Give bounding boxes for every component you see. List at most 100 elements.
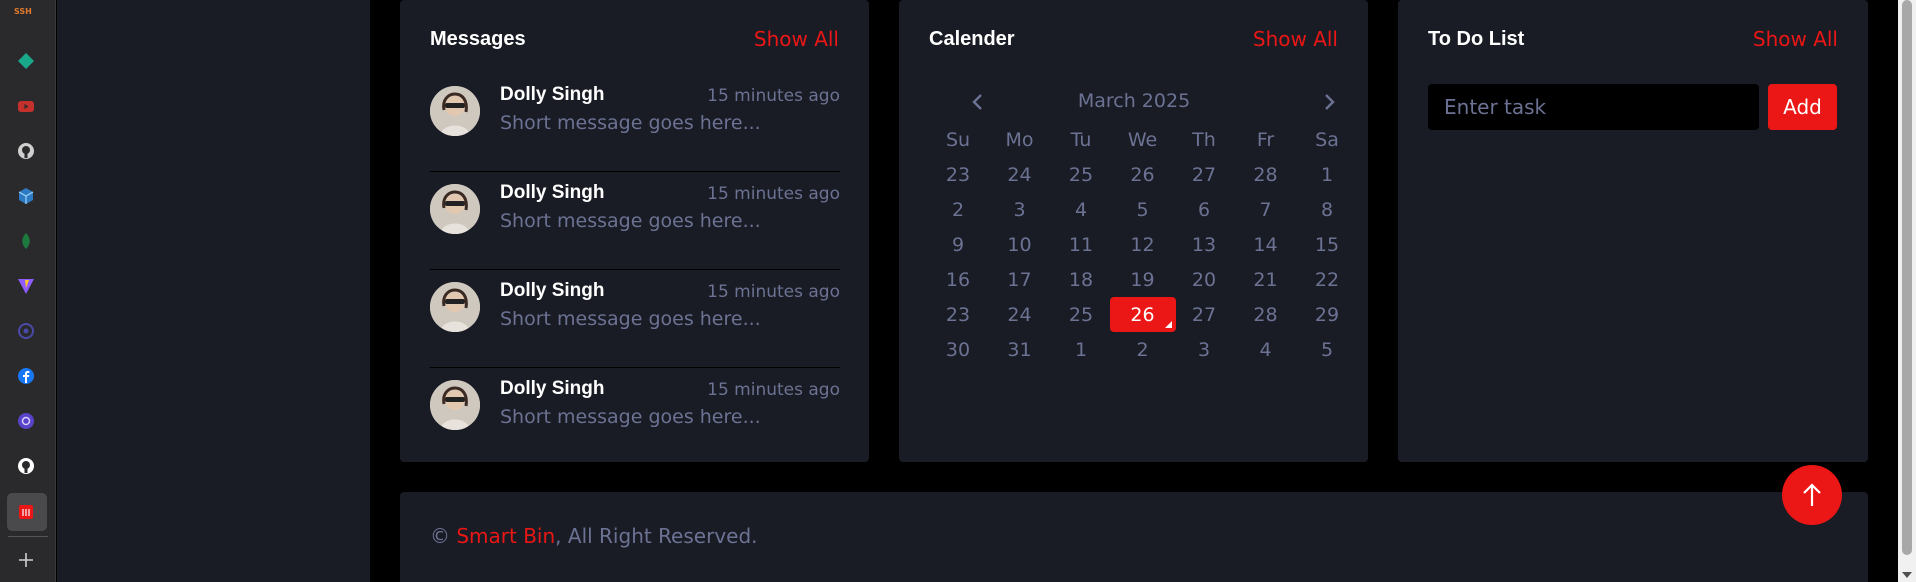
calendar-day[interactable]: 11 [1048,227,1114,262]
message-time: 15 minutes ago [707,86,840,106]
calendar-day[interactable]: 28 [1233,157,1299,192]
todo-title: To Do List [1428,28,1525,50]
calendar-day[interactable]: 2 [1110,332,1176,367]
add-task-button[interactable]: Add [1768,84,1837,130]
message-preview: Short message goes here... [500,210,761,232]
trash-icon[interactable] [13,499,39,525]
weekday-label: Fr [1256,128,1275,151]
page-scrollbar[interactable] [1898,0,1916,582]
chevron-right-icon[interactable] [1318,90,1342,114]
calendar-day[interactable]: 13 [1171,227,1237,262]
calendar-day[interactable]: 1 [1294,157,1360,192]
weekday-label: We [1127,128,1158,151]
todo-show-all-link[interactable]: Show All [1753,27,1838,51]
footer: © Smart Bin, All Right Reserved. [400,492,1868,582]
calendar-day[interactable]: 7 [1233,192,1299,227]
calendar-day[interactable]: 12 [1110,227,1176,262]
message-item[interactable]: Dolly Singh 15 minutes ago Short message… [430,172,840,270]
github-icon[interactable] [13,138,39,164]
calendar-day[interactable]: 15 [1294,227,1360,262]
message-sender: Dolly Singh [500,84,605,105]
diamond-icon[interactable] [13,48,39,74]
scroll-thumb[interactable] [1902,0,1912,555]
calendar-month-label: March 2025 [1077,90,1191,112]
calendar-day[interactable]: 23 [925,157,991,192]
calendar-day[interactable]: 4 [1048,192,1114,227]
dock-divider [8,536,48,537]
message-preview: Short message goes here... [500,112,761,134]
message-item[interactable]: Dolly Singh 15 minutes ago Short message… [430,74,840,172]
calendar-day[interactable]: 27 [1171,157,1237,192]
calendar-day[interactable]: 4 [1233,332,1299,367]
calendar-day[interactable]: 30 [925,332,991,367]
task-input[interactable] [1428,84,1759,130]
messages-card: Messages Show All Dolly Singh 15 minutes… [400,0,869,462]
calendar-day[interactable]: 8 [1294,192,1360,227]
youtube-icon[interactable] [13,93,39,119]
brand-link[interactable]: Smart Bin [456,524,555,548]
shield-icon[interactable] [13,408,39,434]
calendar-day[interactable]: 24 [987,297,1053,332]
avatar [430,184,480,234]
message-sender: Dolly Singh [500,280,605,301]
calendar-day[interactable]: 23 [925,297,991,332]
calendar-day[interactable]: 17 [987,262,1053,297]
calendar-day[interactable]: 9 [925,227,991,262]
calendar-day[interactable]: 3 [1171,332,1237,367]
calendar-day[interactable]: 29 [1294,297,1360,332]
calendar-show-all-link[interactable]: Show All [1253,27,1338,51]
avatar [430,282,480,332]
calendar-day[interactable]: 6 [1171,192,1237,227]
calendar-day[interactable]: 5 [1110,192,1176,227]
globe-icon[interactable] [13,318,39,344]
weekday-label: Th [1192,128,1216,151]
browser-dock: SSH [0,0,56,582]
app-sidebar [57,0,370,582]
back-to-top-button[interactable] [1782,465,1842,525]
message-preview: Short message goes here... [500,308,761,330]
calendar-day[interactable]: 16 [925,262,991,297]
calendar-day[interactable]: 22 [1294,262,1360,297]
calendar-header: March 2025 [929,88,1339,116]
message-time: 15 minutes ago [707,380,840,400]
weekday-label: Tu [1070,128,1092,151]
message-item[interactable]: Dolly Singh 15 minutes ago Short message… [430,368,840,466]
rights-text: , All Right Reserved. [555,524,758,548]
calendar-day[interactable]: 3 [987,192,1053,227]
calendar-day[interactable]: 21 [1233,262,1299,297]
calendar-day[interactable]: 10 [987,227,1053,262]
calendar-day[interactable]: 2 [925,192,991,227]
copyright-symbol: © [430,524,450,548]
todo-card: To Do List Show All Add [1398,0,1868,462]
facebook-icon[interactable] [13,363,39,389]
leaf-icon[interactable] [13,228,39,254]
scroll-down-arrow-icon[interactable] [1902,572,1912,578]
message-sender: Dolly Singh [500,378,605,399]
ssh-label: SSH [14,7,32,16]
calendar-day[interactable]: 25 [1048,157,1114,192]
avatar [430,86,480,136]
message-item[interactable]: Dolly Singh 15 minutes ago Short message… [430,270,840,368]
calendar-title: Calender [929,28,1015,50]
vite-icon[interactable] [13,273,39,299]
calendar-day[interactable]: 14 [1233,227,1299,262]
plus-icon[interactable] [13,547,39,573]
message-sender: Dolly Singh [500,182,605,203]
calendar-day[interactable]: 26 [1109,297,1176,332]
calendar-day[interactable]: 20 [1171,262,1237,297]
calendar-day[interactable]: 31 [987,332,1053,367]
calendar-day[interactable]: 25 [1048,297,1114,332]
cube-icon[interactable] [13,183,39,209]
calendar-day[interactable]: 18 [1048,262,1114,297]
calendar-day[interactable]: 1 [1048,332,1114,367]
weekday-label: Mo [1005,128,1034,151]
calendar-day[interactable]: 28 [1233,297,1299,332]
calendar-day[interactable]: 27 [1171,297,1237,332]
calendar-day[interactable]: 26 [1110,157,1176,192]
github-icon[interactable] [13,453,39,479]
calendar-day[interactable]: 24 [987,157,1053,192]
calendar-day[interactable]: 19 [1110,262,1176,297]
messages-show-all-link[interactable]: Show All [754,27,839,51]
messages-title: Messages [430,28,526,50]
calendar-day[interactable]: 5 [1294,332,1360,367]
